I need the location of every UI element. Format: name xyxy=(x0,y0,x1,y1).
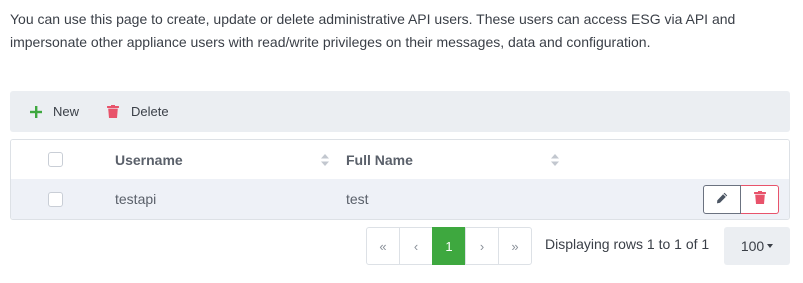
new-button[interactable]: New xyxy=(28,91,79,132)
column-header-full-name[interactable]: Full Name xyxy=(346,152,413,168)
column-header-username[interactable]: Username xyxy=(115,152,183,168)
chevron-left-icon: ‹ xyxy=(413,238,419,254)
row-delete-button[interactable] xyxy=(741,185,779,214)
plus-icon xyxy=(28,104,44,120)
chevron-right-icon: › xyxy=(479,238,485,254)
first-page-button[interactable]: « xyxy=(366,227,400,265)
double-chevron-left-icon: « xyxy=(379,238,387,254)
table-row[interactable]: testapi test xyxy=(11,179,789,219)
row-username: testapi xyxy=(115,191,157,207)
double-chevron-right-icon: » xyxy=(511,238,519,254)
new-button-label: New xyxy=(53,104,80,119)
rows-info: Displaying rows 1 to 1 of 1 xyxy=(545,236,710,252)
delete-button[interactable]: Delete xyxy=(105,91,169,132)
page-size-dropdown[interactable]: 100 xyxy=(724,227,790,265)
row-full-name: test xyxy=(346,191,369,207)
pencil-icon xyxy=(716,191,728,209)
delete-button-label: Delete xyxy=(131,104,169,119)
last-page-button[interactable]: » xyxy=(498,227,532,265)
page-size-value: 100 xyxy=(740,238,765,254)
trash-icon xyxy=(753,190,766,209)
sort-icon[interactable] xyxy=(320,153,330,167)
sort-icon[interactable] xyxy=(550,153,560,167)
row-actions xyxy=(703,185,779,214)
row-checkbox[interactable] xyxy=(48,191,63,207)
page-description: You can use this page to create, update … xyxy=(10,11,736,50)
prev-page-button[interactable]: ‹ xyxy=(399,227,433,265)
api-users-table: Username Full Name testapi test xyxy=(10,139,790,220)
caret-down-icon xyxy=(767,244,774,248)
trash-icon xyxy=(105,104,121,120)
edit-button[interactable] xyxy=(703,185,741,214)
table-header: Username Full Name xyxy=(11,140,789,179)
pagination: « ‹ 1 › » xyxy=(366,227,532,265)
toolbar: New Delete xyxy=(10,91,790,132)
select-all-checkbox[interactable] xyxy=(48,152,63,167)
next-page-button[interactable]: › xyxy=(465,227,499,265)
page-1-button[interactable]: 1 xyxy=(432,227,466,265)
